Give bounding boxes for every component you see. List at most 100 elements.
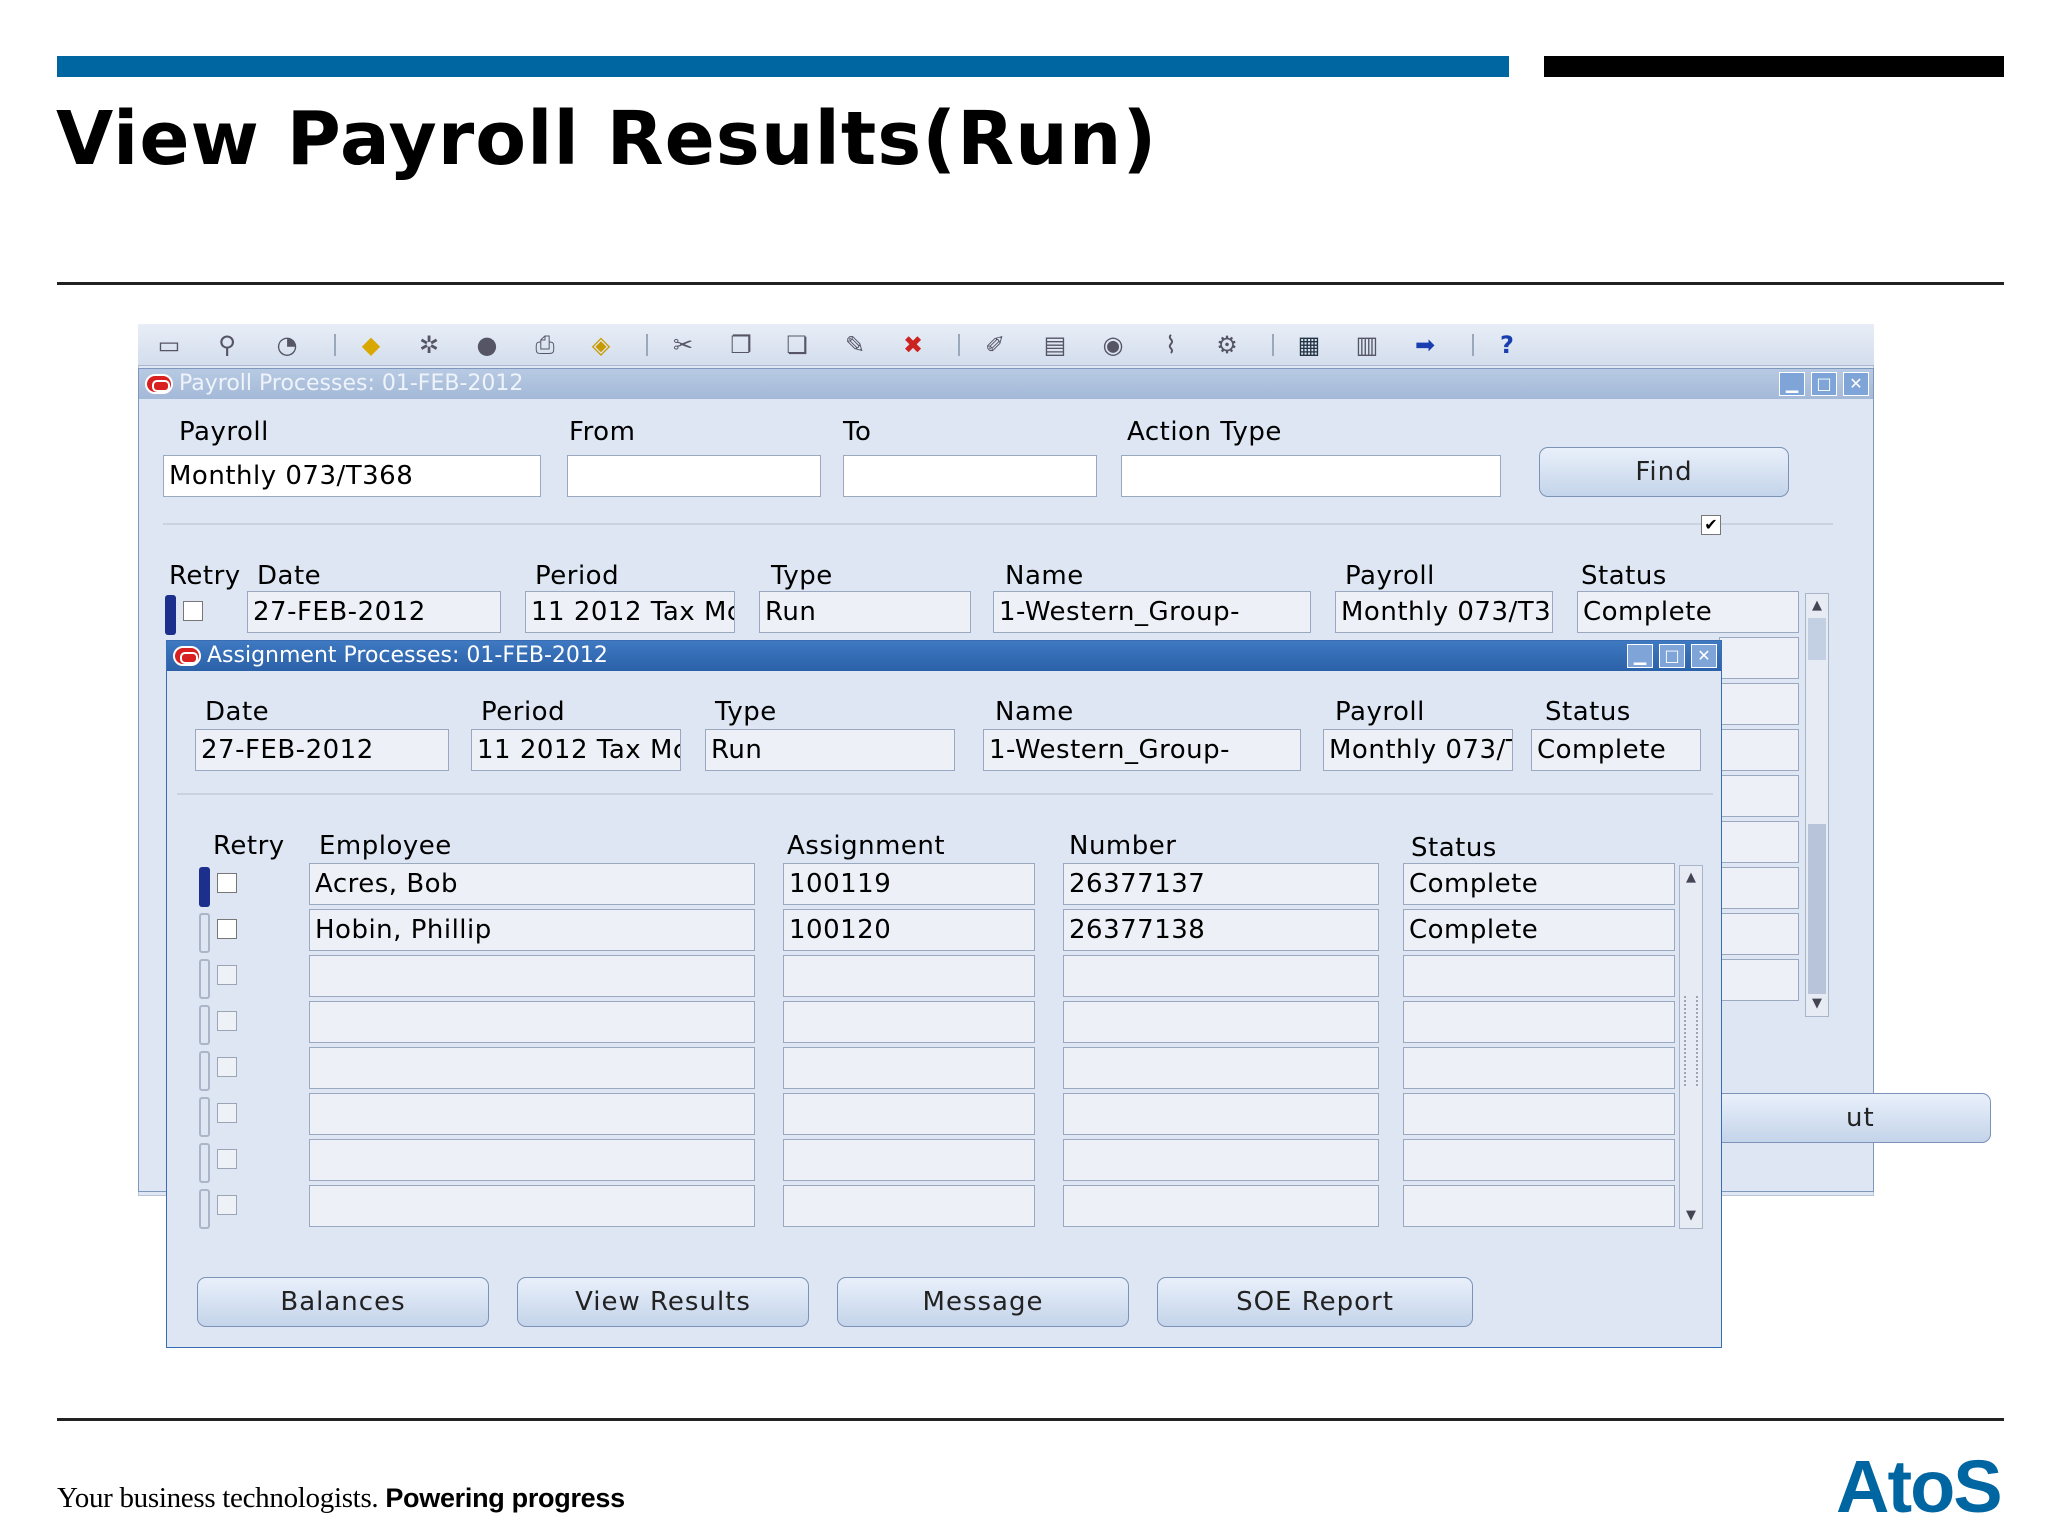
paste-icon[interactable]: ❏ <box>782 330 812 360</box>
close-icon[interactable]: ✕ <box>1843 372 1869 396</box>
period-field[interactable]: 11 2012 Tax Mc <box>525 591 735 633</box>
find-button[interactable]: Find <box>1539 447 1789 497</box>
number-field[interactable] <box>1063 1047 1379 1089</box>
record-indicator[interactable] <box>199 1097 210 1137</box>
to-field[interactable] <box>843 455 1097 497</box>
current-record-indicator[interactable] <box>199 867 210 907</box>
status-field[interactable] <box>1403 1185 1675 1227</box>
status-field[interactable] <box>1719 867 1799 909</box>
record-indicator[interactable] <box>199 1051 210 1091</box>
scroll-up-icon[interactable]: ▲ <box>1809 598 1825 614</box>
record-indicator[interactable] <box>199 1005 210 1045</box>
help-icon[interactable]: ? <box>1492 330 1522 360</box>
new-icon[interactable]: ▭ <box>154 330 184 360</box>
type-field[interactable]: Run <box>705 729 955 771</box>
retry-checkbox[interactable] <box>217 1103 237 1123</box>
number-field[interactable] <box>1063 1093 1379 1135</box>
edit-field-icon[interactable]: ✐ <box>980 330 1010 360</box>
number-field[interactable]: 26377137 <box>1063 863 1379 905</box>
copy-icon[interactable]: ❐ <box>726 330 756 360</box>
scroll-thumb[interactable] <box>1808 618 1826 660</box>
retry-checkbox[interactable] <box>217 1149 237 1169</box>
maximize-icon[interactable]: □ <box>1659 644 1685 668</box>
assignment-field[interactable] <box>783 1093 1035 1135</box>
date-field[interactable]: 27-FEB-2012 <box>195 729 449 771</box>
assignment-field[interactable] <box>783 1139 1035 1181</box>
payroll-field[interactable]: Monthly 073/T368 <box>163 455 541 497</box>
period-field[interactable]: 11 2012 Tax Mc <box>471 729 681 771</box>
assignment-field[interactable] <box>783 1001 1035 1043</box>
record-indicator[interactable] <box>199 959 210 999</box>
status-field[interactable] <box>1403 955 1675 997</box>
type-field[interactable]: Run <box>759 591 971 633</box>
scroll-down-icon[interactable]: ▼ <box>1683 1208 1699 1224</box>
translations-icon[interactable]: ◉ <box>1098 330 1128 360</box>
number-field[interactable] <box>1063 955 1379 997</box>
message-button[interactable]: Message <box>837 1277 1129 1327</box>
payroll-value-field[interactable]: Monthly 073/T36 <box>1335 591 1553 633</box>
window-icon[interactable]: ▥ <box>1352 330 1382 360</box>
retry-checkbox[interactable] <box>217 873 237 893</box>
folder-tools-icon[interactable]: ⚙ <box>1212 330 1242 360</box>
number-field[interactable] <box>1063 1001 1379 1043</box>
print-icon[interactable]: ⎙ <box>530 330 560 360</box>
assignment-field[interactable]: 100119 <box>783 863 1035 905</box>
payroll-field[interactable]: Monthly 073/T <box>1323 729 1513 771</box>
from-field[interactable] <box>567 455 821 497</box>
employee-field[interactable]: Acres, Bob <box>309 863 755 905</box>
balances-button[interactable]: Balances <box>197 1277 489 1327</box>
save-icon[interactable]: ◆ <box>356 330 386 360</box>
calendar-icon[interactable]: ▦ <box>1294 330 1324 360</box>
retry-checkbox[interactable] <box>217 1195 237 1215</box>
status-field[interactable] <box>1719 729 1799 771</box>
status-field[interactable] <box>1403 1139 1675 1181</box>
retry-checkbox[interactable] <box>217 1057 237 1077</box>
employee-field[interactable] <box>309 1093 755 1135</box>
minimize-icon[interactable]: ▁ <box>1779 372 1805 396</box>
vertical-scrollbar[interactable]: ▲ ▼ <box>1805 593 1829 1017</box>
zoom-icon[interactable]: ▤ <box>1040 330 1070 360</box>
status-field[interactable] <box>1719 821 1799 863</box>
status-field[interactable]: Complete <box>1577 591 1799 633</box>
delete-record-icon[interactable]: ✖ <box>898 330 928 360</box>
retry-checkbox[interactable] <box>217 965 237 985</box>
name-field[interactable]: 1-Western_Group- <box>983 729 1301 771</box>
scroll-down-icon[interactable]: ▼ <box>1809 996 1825 1012</box>
status-field[interactable] <box>1403 1093 1675 1135</box>
scroll-grip[interactable] <box>1684 996 1698 1086</box>
date-field[interactable]: 27-FEB-2012 <box>247 591 501 633</box>
find-icon[interactable]: ⚲ <box>212 330 242 360</box>
assignment-field[interactable]: 100120 <box>783 909 1035 951</box>
record-indicator[interactable] <box>199 913 210 953</box>
status-field[interactable] <box>1719 913 1799 955</box>
payroll-window-titlebar[interactable]: Payroll Processes: 01-FEB-2012 ▁ □ ✕ <box>139 369 1873 399</box>
employee-field[interactable] <box>309 1047 755 1089</box>
action-type-field[interactable] <box>1121 455 1501 497</box>
employee-field[interactable] <box>309 1139 755 1181</box>
employee-field[interactable] <box>309 955 755 997</box>
assignment-field[interactable] <box>783 1185 1035 1227</box>
soe-report-button[interactable]: SOE Report <box>1157 1277 1473 1327</box>
status-field[interactable]: Complete <box>1403 909 1675 951</box>
employee-field[interactable]: Hobin, Phillip <box>309 909 755 951</box>
status-field[interactable] <box>1719 959 1799 1001</box>
record-indicator[interactable] <box>199 1189 210 1229</box>
current-record-indicator[interactable] <box>165 595 176 635</box>
attachments-icon[interactable]: ⌇ <box>1156 330 1186 360</box>
minimize-icon[interactable]: ▁ <box>1627 644 1653 668</box>
number-field[interactable] <box>1063 1139 1379 1181</box>
name-field[interactable]: 1-Western_Group- <box>993 591 1311 633</box>
status-field[interactable] <box>1403 1001 1675 1043</box>
number-field[interactable]: 26377138 <box>1063 909 1379 951</box>
retry-checkbox[interactable] <box>183 601 203 621</box>
export-icon[interactable]: ➡ <box>1410 330 1440 360</box>
close-form-icon[interactable]: ◈ <box>586 330 616 360</box>
view-results-button[interactable]: View Results <box>517 1277 809 1327</box>
employee-field[interactable] <box>309 1001 755 1043</box>
clear-record-icon[interactable]: ✎ <box>840 330 870 360</box>
maximize-icon[interactable]: □ <box>1811 372 1837 396</box>
status-field[interactable]: Complete <box>1403 863 1675 905</box>
assignment-window-titlebar[interactable]: Assignment Processes: 01-FEB-2012 ▁ □ ✕ <box>167 641 1721 671</box>
navigator-icon[interactable]: ◔ <box>272 330 302 360</box>
record-indicator[interactable] <box>199 1143 210 1183</box>
